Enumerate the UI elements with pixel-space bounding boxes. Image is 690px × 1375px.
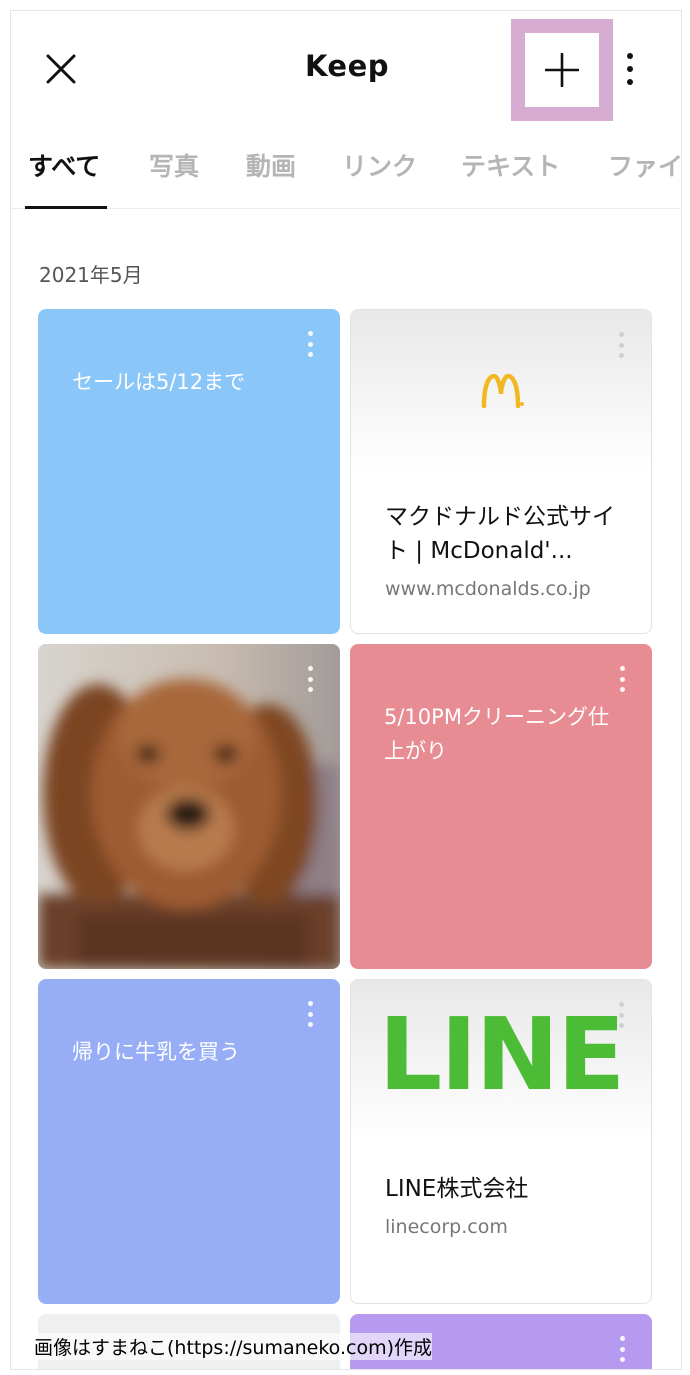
card-more-icon[interactable] bbox=[308, 666, 314, 692]
link-thumbnail: LINE bbox=[351, 980, 651, 1140]
link-card[interactable]: マクドナルド公式サイト | McDonald'... www.mcdonalds… bbox=[350, 309, 652, 634]
tab-videos[interactable]: 動画 bbox=[246, 147, 296, 183]
link-title: LINE株式会社 bbox=[385, 1176, 529, 1202]
card-more-icon[interactable] bbox=[620, 1336, 626, 1362]
tab-links[interactable]: リンク bbox=[342, 147, 417, 183]
add-button[interactable] bbox=[525, 33, 599, 107]
card-more-icon[interactable] bbox=[308, 331, 314, 357]
link-url: www.mcdonalds.co.jp bbox=[385, 578, 591, 600]
tab-all[interactable]: すべて bbox=[28, 147, 100, 183]
mcdonalds-logo-icon bbox=[481, 374, 521, 408]
watermark-caption: 画像はすまねこ(https://sumaneko.com)作成 bbox=[34, 1333, 432, 1360]
note-text: 5/10PMクリーニング仕上がり bbox=[384, 705, 609, 763]
active-tab-indicator bbox=[25, 206, 107, 209]
more-vertical-icon bbox=[627, 53, 633, 59]
plus-icon bbox=[545, 53, 579, 87]
dog-photo bbox=[38, 644, 340, 969]
photo-card[interactable] bbox=[38, 644, 340, 969]
card-more-icon[interactable] bbox=[619, 1002, 625, 1028]
more-options-button[interactable] bbox=[615, 47, 645, 91]
card-more-icon[interactable] bbox=[619, 332, 625, 358]
tab-text[interactable]: テキスト bbox=[461, 147, 560, 183]
note-text: 帰りに牛乳を買う bbox=[72, 1040, 240, 1064]
keep-screen: Keep すべて 写真 動画 リンク テキスト ファイ 2021年5月 セールは… bbox=[10, 10, 682, 1370]
header: Keep bbox=[11, 11, 681, 123]
link-card[interactable]: LINE LINE株式会社 linecorp.com bbox=[350, 979, 652, 1304]
card-more-icon[interactable] bbox=[620, 666, 626, 692]
tab-files[interactable]: ファイ bbox=[608, 147, 681, 183]
tab-photos[interactable]: 写真 bbox=[149, 147, 199, 183]
card-more-icon[interactable] bbox=[308, 1001, 314, 1027]
link-thumbnail bbox=[351, 310, 651, 470]
line-logo: LINE bbox=[378, 996, 626, 1113]
note-text: セールは5/12まで bbox=[72, 370, 246, 394]
note-card[interactable]: セールは5/12まで bbox=[38, 309, 340, 634]
note-card[interactable]: 帰りに牛乳を買う bbox=[38, 979, 340, 1304]
link-url: linecorp.com bbox=[385, 1216, 508, 1238]
link-title: マクドナルド公式サイト | McDonald'... bbox=[385, 504, 615, 564]
filter-tabs: すべて 写真 動画 リンク テキスト ファイ bbox=[11, 123, 681, 209]
note-card[interactable]: 5/10PMクリーニング仕上がり bbox=[350, 644, 652, 969]
section-date: 2021年5月 bbox=[39, 263, 143, 287]
